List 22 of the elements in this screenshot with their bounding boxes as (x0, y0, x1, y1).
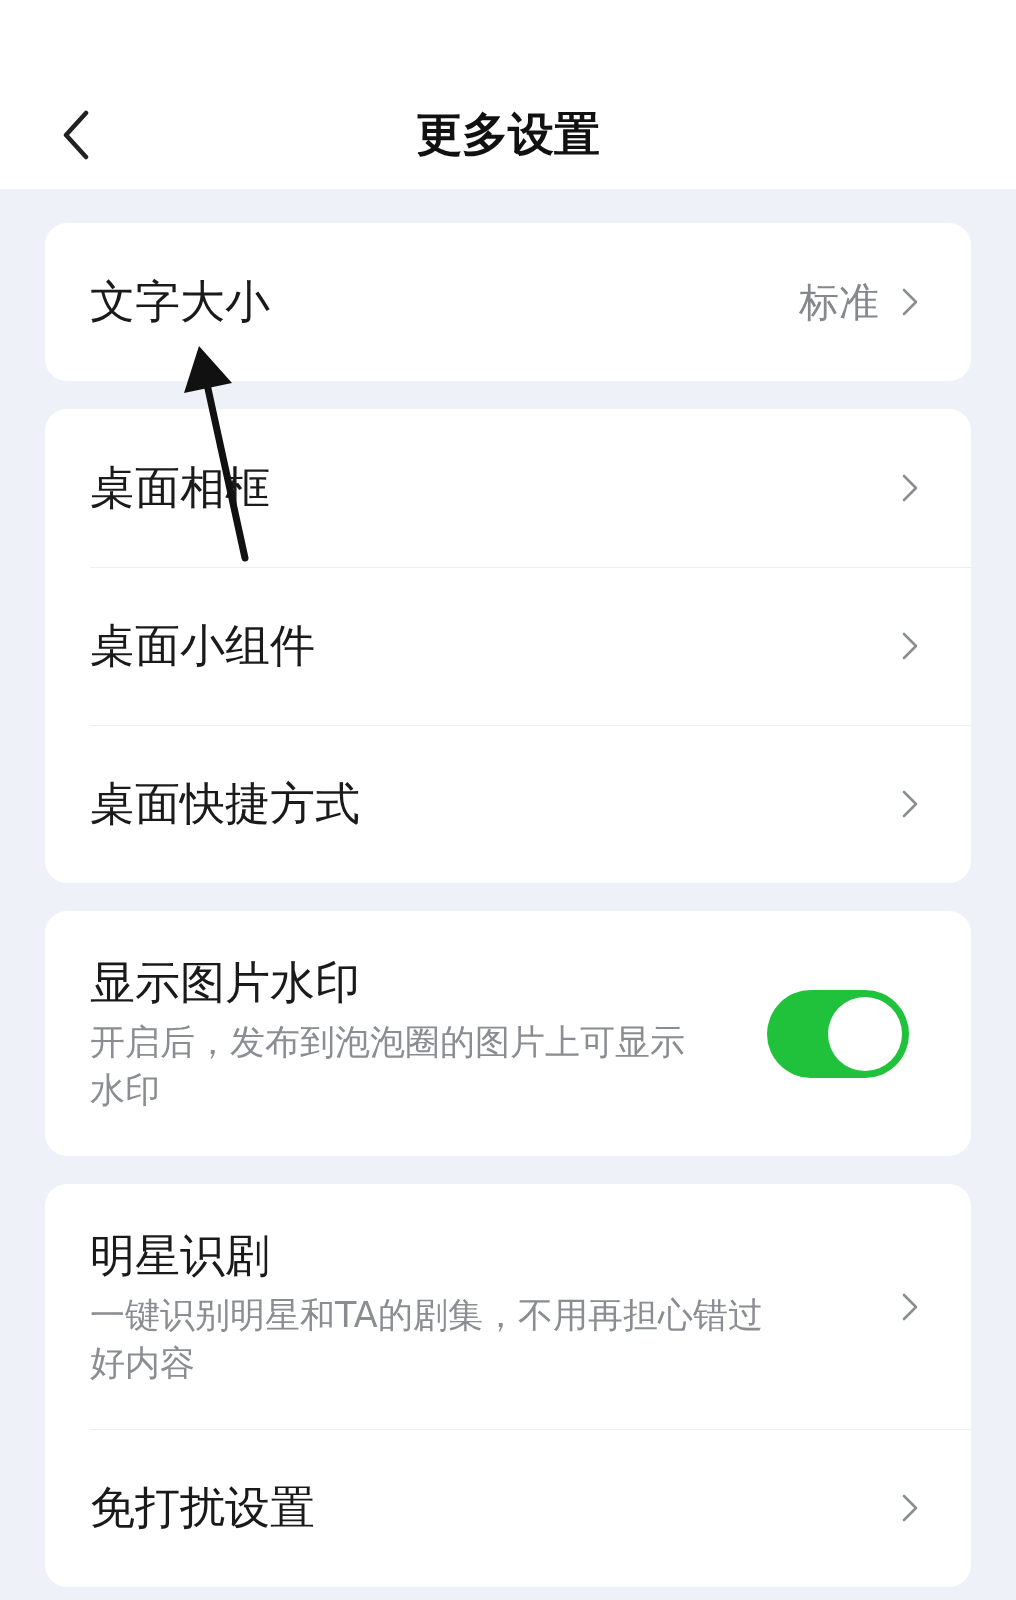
settings-row[interactable]: 桌面小组件 (45, 567, 971, 725)
setting-label: 桌面小组件 (90, 618, 316, 674)
settings-row[interactable]: 文字大小 标准 (45, 223, 971, 381)
settings-row[interactable]: 显示图片水印 开启后，发布到泡泡圈的图片上可显示水印 (45, 911, 971, 1156)
page-title: 更多设置 (416, 105, 600, 163)
setting-label: 文字大小 (90, 274, 271, 330)
setting-label: 桌面快捷方式 (90, 776, 361, 832)
settings-row[interactable]: 明星识剧 一键识别明星和TA的剧集，不用再担心错过好内容 (45, 1184, 971, 1429)
chevron-right-icon (901, 1291, 919, 1322)
settings-row[interactable]: 免打扰设置 (45, 1429, 971, 1587)
chevron-right-icon (901, 287, 919, 317)
setting-label: 明星识剧 (90, 1228, 271, 1285)
setting-description: 一键识别明星和TA的剧集，不用再担心错过好内容 (90, 1294, 764, 1385)
chevron-right-icon (901, 473, 919, 503)
chevron-right-icon (901, 789, 919, 819)
settings-row[interactable]: 桌面快捷方式 (45, 725, 971, 883)
setting-description: 开启后，发布到泡泡圈的图片上可显示水印 (90, 1021, 686, 1112)
chevron-right-icon (901, 631, 919, 661)
setting-value: 标准 (799, 277, 879, 327)
chevron-right-icon (901, 1493, 919, 1523)
setting-label: 显示图片水印 (90, 955, 361, 1012)
setting-label: 免打扰设置 (90, 1480, 316, 1536)
